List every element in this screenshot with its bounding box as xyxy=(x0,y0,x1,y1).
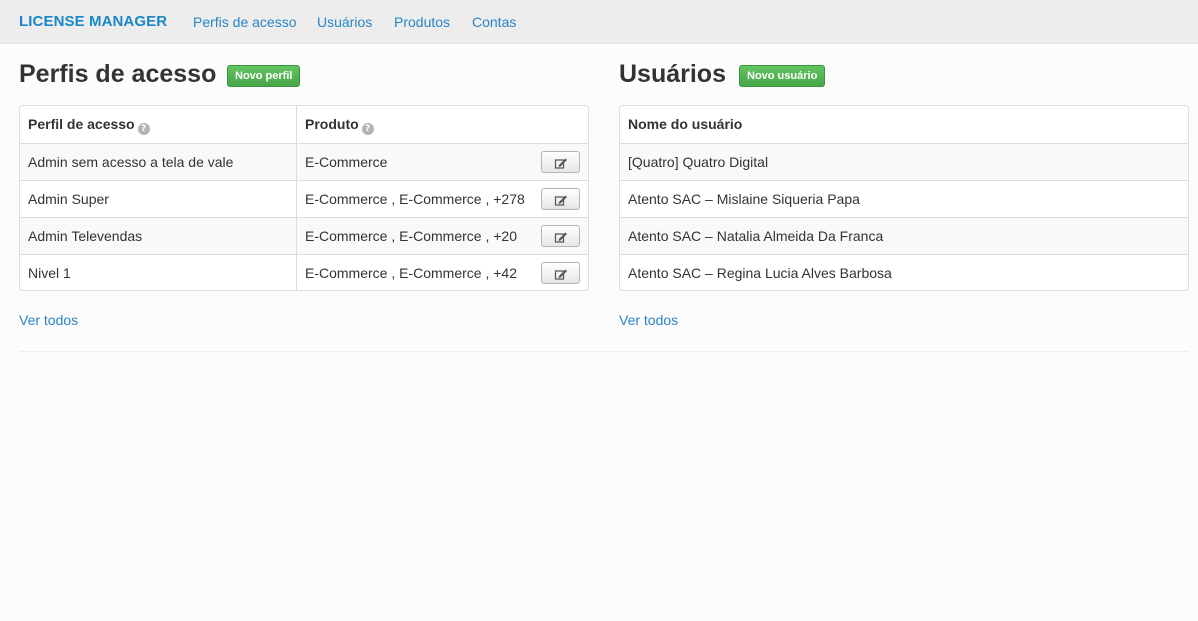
profile-products: E-Commerce , E-Commerce , +42 xyxy=(305,265,517,281)
profiles-see-all-link[interactable]: Ver todos xyxy=(19,312,78,328)
table-header-row: Nome do usuário xyxy=(620,106,1188,143)
edit-icon xyxy=(554,158,567,169)
user-name: Atento SAC – Regina Lucia Alves Barbosa xyxy=(628,265,892,281)
nav-link-perfis[interactable]: Perfis de acesso xyxy=(193,14,297,30)
table-row: [Quatro] Quatro Digital xyxy=(620,143,1188,180)
profile-products: E-Commerce , E-Commerce , +20 xyxy=(305,228,517,244)
new-profile-button[interactable]: Novo perfil xyxy=(227,65,301,87)
edit-icon xyxy=(554,195,567,206)
nav-link-produtos[interactable]: Produtos xyxy=(394,14,450,30)
users-table: Nome do usuário [Quatro] Quatro Digital … xyxy=(619,105,1189,291)
nav-link-contas[interactable]: Contas xyxy=(472,14,516,30)
profile-products: E-Commerce , E-Commerce , +278 xyxy=(305,191,525,207)
help-icon[interactable]: ? xyxy=(137,123,150,135)
users-see-all-link[interactable]: Ver todos xyxy=(619,312,678,328)
table-row: Admin Televendas E-Commerce , E-Commerce… xyxy=(20,217,588,254)
user-name: Atento SAC – Mislaine Siqueria Papa xyxy=(628,191,860,207)
column-header-label: Perfil de acesso xyxy=(28,116,135,132)
table-row: Admin Super E-Commerce , E-Commerce , +2… xyxy=(20,180,588,217)
table-row: Admin sem acesso a tela de vale E-Commer… xyxy=(20,143,588,180)
edit-button[interactable] xyxy=(541,225,580,247)
profiles-title: Perfis de acesso xyxy=(19,60,217,88)
user-name: Atento SAC – Natalia Almeida Da Franca xyxy=(628,228,884,244)
profile-name: Nivel 1 xyxy=(28,265,71,281)
user-name: [Quatro] Quatro Digital xyxy=(628,154,769,170)
edit-button[interactable] xyxy=(541,151,580,173)
edit-icon xyxy=(554,232,567,243)
profile-name: Admin sem acesso a tela de vale xyxy=(28,154,234,170)
table-row: Atento SAC – Regina Lucia Alves Barbosa xyxy=(620,254,1188,290)
column-header-label: Produto xyxy=(305,116,359,132)
divider xyxy=(19,351,1189,352)
column-header-profile: Perfil de acesso? xyxy=(20,106,297,143)
column-header-product: Produto? xyxy=(297,106,588,143)
profile-name: Admin Super xyxy=(28,191,109,207)
edit-button[interactable] xyxy=(541,188,580,210)
table-row: Atento SAC – Mislaine Siqueria Papa xyxy=(620,180,1188,217)
column-header-username: Nome do usuário xyxy=(628,116,743,132)
help-icon[interactable]: ? xyxy=(361,123,374,135)
users-title: Usuários xyxy=(619,60,726,88)
brand-logo[interactable]: LICENSE MANAGER xyxy=(19,13,167,30)
column-divider xyxy=(296,106,297,290)
table-header-row: Perfil de acesso? Produto? xyxy=(20,106,588,143)
profile-products: E-Commerce xyxy=(305,154,388,170)
edit-icon xyxy=(554,269,567,280)
navbar: LICENSE MANAGER Perfis de acesso Usuário… xyxy=(0,0,1198,44)
table-row: Nivel 1 E-Commerce , E-Commerce , +42 xyxy=(20,254,588,290)
new-user-button[interactable]: Novo usuário xyxy=(739,65,826,87)
profiles-table: Perfil de acesso? Produto? Admin sem ace… xyxy=(19,105,589,291)
table-row: Atento SAC – Natalia Almeida Da Franca xyxy=(620,217,1188,254)
nav-link-usuarios[interactable]: Usuários xyxy=(317,14,372,30)
profile-name: Admin Televendas xyxy=(28,228,143,244)
edit-button[interactable] xyxy=(541,262,580,284)
